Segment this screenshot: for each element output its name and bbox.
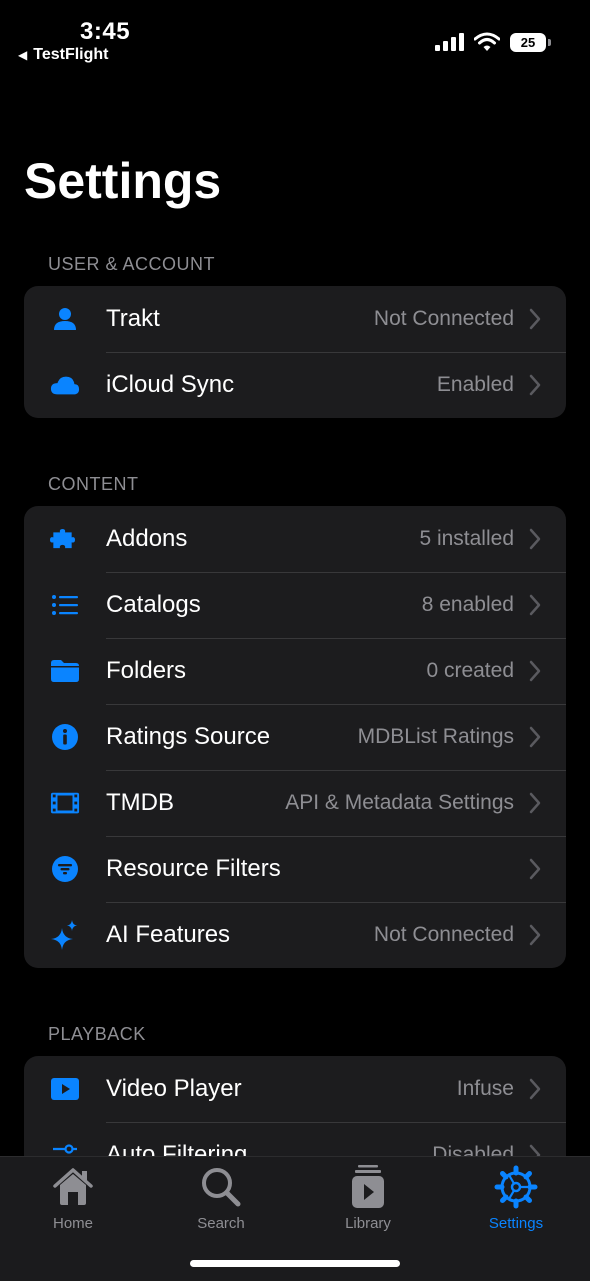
chevron-right-icon (529, 924, 541, 946)
row-value: Infuse (456, 1077, 514, 1100)
settings-row-auto-filtering[interactable]: Auto Filtering Disabled (24, 1122, 566, 1156)
tab-label: Settings (488, 1215, 544, 1232)
row-value: 0 created (426, 659, 514, 682)
tab-label: Search (197, 1215, 245, 1232)
user-account-group: Trakt Not Connected iCloud Sync Enabled (24, 286, 566, 418)
tab-library[interactable]: Library (308, 1165, 428, 1232)
settings-row-icloud-sync[interactable]: iCloud Sync Enabled (24, 352, 566, 418)
page-title: Settings (24, 153, 222, 209)
row-value: Disabled (432, 1143, 514, 1156)
sliders-icon (50, 1141, 80, 1156)
chevron-right-icon (529, 528, 541, 550)
content-group: Addons 5 installed Catalogs 8 enabled Fo… (24, 506, 566, 968)
settings-row-ratings-source[interactable]: Ratings Source MDBList Ratings (24, 704, 566, 770)
sparkles-icon (50, 920, 80, 950)
tab-home[interactable]: Home (13, 1165, 133, 1232)
chevron-right-icon (529, 594, 541, 616)
row-label: Trakt (106, 305, 160, 332)
row-label: Catalogs (106, 591, 201, 618)
settings-row-resource-filters[interactable]: Resource Filters (24, 836, 566, 902)
tab-settings[interactable]: Settings (456, 1165, 576, 1232)
row-value: Not Connected (373, 307, 514, 330)
row-label: iCloud Sync (106, 371, 235, 398)
row-label: Folders (106, 657, 187, 684)
cellular-signal-icon (435, 33, 464, 51)
settings-row-video-player[interactable]: Video Player Infuse (24, 1056, 566, 1122)
settings-row-ai-features[interactable]: AI Features Not Connected (24, 902, 566, 968)
row-label: AI Features (106, 921, 231, 948)
section-header-content: CONTENT (48, 474, 139, 494)
row-value: 8 enabled (421, 593, 514, 616)
filter-icon (50, 855, 80, 883)
row-label: TMDB (106, 789, 174, 816)
chevron-right-icon (529, 374, 541, 396)
status-time: 3:45 (80, 18, 131, 45)
magnifier-icon (202, 1168, 241, 1207)
row-value: Not Connected (373, 923, 514, 946)
tab-label: Library (345, 1215, 391, 1232)
row-label: Video Player (106, 1075, 242, 1102)
status-indicators: 25 (435, 32, 551, 52)
chevron-right-icon (529, 308, 541, 330)
row-value: Enabled (436, 373, 514, 396)
info-icon (50, 723, 80, 751)
row-label: Resource Filters (106, 855, 281, 882)
settings-row-tmdb[interactable]: TMDB API & Metadata Settings (24, 770, 566, 836)
folder-icon (50, 657, 80, 685)
person-icon (50, 305, 80, 333)
settings-row-folders[interactable]: Folders 0 created (24, 638, 566, 704)
wifi-icon (474, 32, 500, 51)
tab-label: Home (52, 1215, 93, 1232)
gear-icon (494, 1165, 538, 1209)
back-app-label: TestFlight (33, 46, 109, 63)
row-label: Ratings Source (106, 723, 271, 750)
status-bar: 3:45 ◀ TestFlight 25 (0, 0, 590, 70)
list-icon (50, 591, 80, 619)
settings-row-addons[interactable]: Addons 5 installed (24, 506, 566, 572)
row-value: API & Metadata Settings (285, 791, 514, 814)
play-icon (50, 1075, 80, 1103)
battery-icon: 25 (510, 32, 551, 52)
tab-search[interactable]: Search (161, 1165, 281, 1232)
row-value: MDBList Ratings (357, 725, 514, 748)
home-indicator[interactable] (190, 1260, 400, 1267)
settings-row-catalogs[interactable]: Catalogs 8 enabled (24, 572, 566, 638)
settings-row-trakt[interactable]: Trakt Not Connected (24, 286, 566, 352)
library-icon (352, 1165, 384, 1208)
row-label: Addons (106, 525, 188, 552)
chevron-right-icon (529, 660, 541, 682)
back-to-app-button[interactable]: ◀ TestFlight (18, 46, 108, 64)
house-icon (53, 1168, 93, 1205)
section-header-playback: PLAYBACK (48, 1024, 146, 1044)
row-value: 5 installed (419, 527, 514, 550)
row-label: Auto Filtering (106, 1141, 248, 1156)
chevron-right-icon (529, 726, 541, 748)
puzzle-icon (50, 525, 80, 553)
chevron-right-icon (529, 858, 541, 880)
chevron-right-icon (529, 1144, 541, 1156)
cloud-icon (50, 371, 80, 399)
section-header-user-account: USER & ACCOUNT (48, 254, 216, 274)
chevron-right-icon (529, 1078, 541, 1100)
back-triangle-icon: ◀ (18, 48, 28, 62)
film-icon (50, 789, 80, 817)
chevron-right-icon (529, 792, 541, 814)
playback-group: Video Player Infuse Auto Filtering Disab… (24, 1056, 566, 1156)
